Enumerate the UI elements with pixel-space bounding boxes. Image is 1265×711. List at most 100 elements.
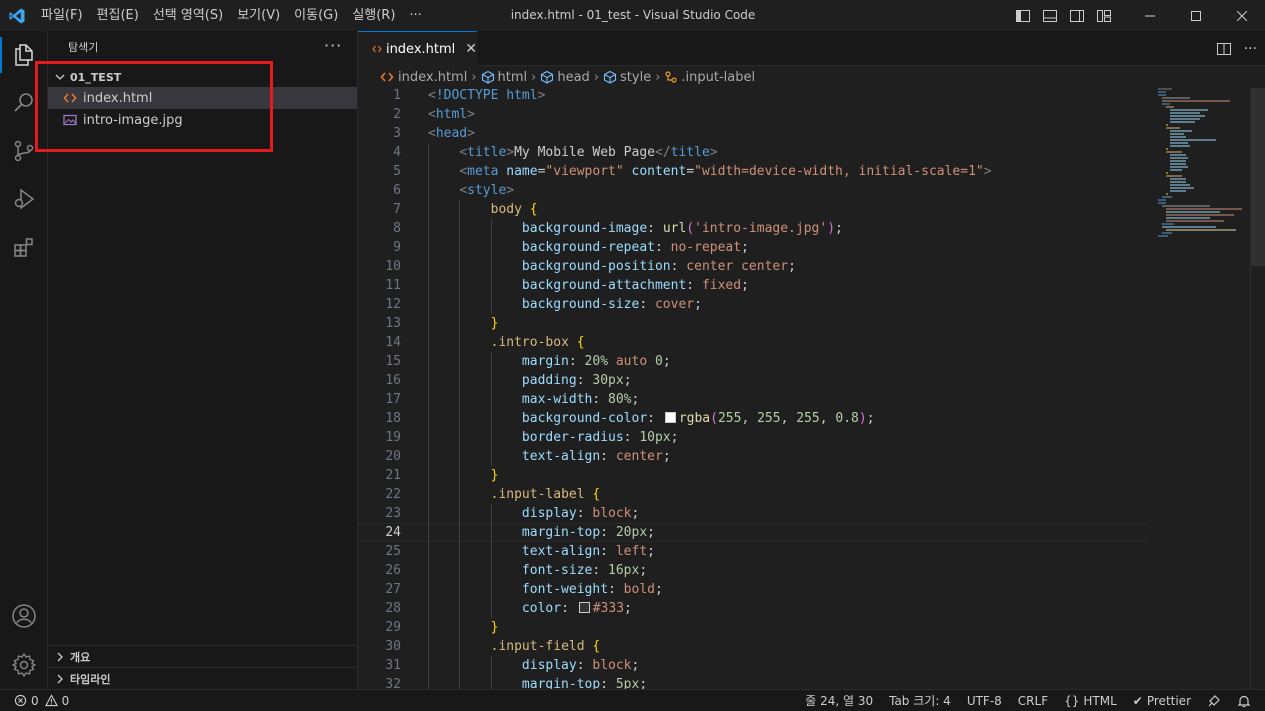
code-line[interactable]: 24 margin-top: 20px;	[358, 523, 1148, 542]
red-annotation-box	[35, 61, 273, 152]
vertical-scrollbar[interactable]	[1251, 88, 1265, 266]
code-text: font-size: 16px;	[521, 563, 648, 578]
code-line[interactable]: 20 text-align: center;	[358, 447, 1148, 466]
chevron-right-icon: ›	[471, 69, 477, 85]
language-label: HTML	[1083, 693, 1117, 708]
code-line[interactable]: 16 padding: 30px;	[358, 371, 1148, 390]
problems-indicator[interactable]: 0 0	[14, 690, 69, 711]
title-bar-controls	[1009, 0, 1265, 31]
code-line[interactable]: 19 border-radius: 10px;	[358, 428, 1148, 447]
file-encoding[interactable]: UTF-8	[967, 694, 1002, 708]
menu-edit[interactable]: 편집(E)	[90, 0, 146, 31]
code-line[interactable]: 28 color: #333;	[358, 599, 1148, 618]
chevron-right-icon	[57, 674, 63, 683]
window-title: index.html - 01_test - Visual Studio Cod…	[510, 8, 756, 22]
code-line[interactable]: 8 background-image: url('intro-image.jpg…	[358, 219, 1148, 238]
maximize-button[interactable]	[1173, 0, 1219, 31]
code-line[interactable]: 32 margin-top: 5px;	[358, 675, 1148, 689]
code-text: <!DOCTYPE html>	[428, 88, 546, 103]
sidebar-more-actions-icon[interactable]: ···	[324, 31, 342, 64]
code-line[interactable]: 6 <style>	[358, 181, 1148, 200]
prettier-status[interactable]: ✔ Prettier	[1133, 694, 1191, 708]
breadcrumb-item[interactable]: .input-label	[664, 70, 755, 85]
code-line[interactable]: 23 display: block;	[358, 504, 1148, 523]
css-rule-icon	[665, 71, 678, 83]
breadcrumb-item[interactable]: style	[603, 70, 651, 85]
code-line[interactable]: 5 <meta name="viewport" content="width=d…	[358, 162, 1148, 181]
end-of-line[interactable]: CRLF	[1018, 694, 1048, 708]
feedback-icon[interactable]	[1207, 694, 1221, 708]
toggle-primary-sidebar-icon[interactable]	[1009, 0, 1036, 31]
tab-index-html[interactable]: index.html ✕	[358, 31, 477, 66]
code-line[interactable]: 21 }	[358, 466, 1148, 485]
split-editor-icon[interactable]	[1216, 41, 1232, 57]
code-line[interactable]: 14 .intro-box {	[358, 333, 1148, 352]
editor-more-actions-icon[interactable]: ···	[1244, 41, 1257, 57]
code-line[interactable]: 26 font-size: 16px;	[358, 561, 1148, 580]
menu-go[interactable]: 이동(G)	[287, 0, 345, 31]
menu-more[interactable]: ···	[402, 0, 428, 31]
active-indicator	[0, 37, 2, 73]
code-line[interactable]: 25 text-align: left;	[358, 542, 1148, 561]
code-line[interactable]: 2 <html>	[358, 105, 1148, 124]
code-line[interactable]: 12 background-size: cover;	[358, 295, 1148, 314]
code-text: .intro-box {	[490, 335, 585, 350]
line-number: 7	[393, 202, 401, 217]
code-text: margin: 20% auto 0;	[521, 354, 671, 369]
code-line[interactable]: 3 <head>	[358, 124, 1148, 143]
code-line[interactable]: 10 background-position: center center;	[358, 257, 1148, 276]
cube-icon	[481, 70, 494, 84]
indent-guide	[490, 656, 492, 689]
tab-size[interactable]: Tab 크기: 4	[889, 692, 951, 709]
code-text: background-size: cover;	[521, 297, 702, 312]
vscode-logo-icon[interactable]	[8, 7, 26, 25]
line-number: 13	[385, 316, 401, 331]
extensions-icon[interactable]	[0, 223, 48, 271]
account-icon[interactable]	[0, 592, 48, 640]
code-line[interactable]: 1 <!DOCTYPE html>	[358, 86, 1148, 105]
code-line[interactable]: 17 max-width: 80%;	[358, 390, 1148, 409]
breadcrumb: index.html › html › head › style › .inpu…	[358, 66, 1265, 88]
toggle-secondary-sidebar-icon[interactable]	[1063, 0, 1090, 31]
line-number: 27	[385, 582, 401, 597]
menu-file[interactable]: 파일(F)	[34, 0, 90, 31]
minimap[interactable]	[1150, 86, 1250, 286]
code-line[interactable]: 11 background-attachment: fixed;	[358, 276, 1148, 295]
code-line[interactable]: 13 }	[358, 314, 1148, 333]
close-tab-icon[interactable]: ✕	[465, 41, 477, 57]
breadcrumb-item[interactable]: index.html	[380, 70, 467, 85]
code-line[interactable]: 7 body {	[358, 200, 1148, 219]
line-number: 14	[385, 335, 401, 350]
cursor-position[interactable]: 줄 24, 열 30	[805, 692, 873, 709]
toggle-panel-icon[interactable]	[1036, 0, 1063, 31]
code-line[interactable]: 9 background-repeat: no-repeat;	[358, 238, 1148, 257]
menu-selection[interactable]: 선택 영역(S)	[146, 0, 230, 31]
code-line[interactable]: 27 font-weight: bold;	[358, 580, 1148, 599]
notifications-bell-icon[interactable]	[1237, 694, 1251, 708]
close-window-button[interactable]	[1219, 0, 1265, 31]
code-line[interactable]: 29 }	[358, 618, 1148, 637]
outline-section[interactable]: 개요	[48, 645, 358, 667]
run-debug-icon[interactable]	[0, 175, 48, 223]
code-text: <title>My Mobile Web Page</title>	[459, 145, 718, 160]
code-line[interactable]: 18 background-color: rgba(255, 255, 255,…	[358, 409, 1148, 428]
menu-run[interactable]: 실행(R)	[345, 0, 402, 31]
code-text: text-align: left;	[521, 544, 655, 559]
code-line[interactable]: 31 display: block;	[358, 656, 1148, 675]
language-mode[interactable]: {} HTML	[1064, 694, 1117, 708]
code-line[interactable]: 15 margin: 20% auto 0;	[358, 352, 1148, 371]
customize-layout-icon[interactable]	[1090, 0, 1117, 31]
menu-view[interactable]: 보기(V)	[230, 0, 287, 31]
timeline-section[interactable]: 타임라인	[48, 667, 358, 689]
breadcrumb-item[interactable]: html	[481, 70, 527, 85]
line-number: 18	[385, 411, 401, 426]
code-text: background-color: rgba(255, 255, 255, 0.…	[521, 411, 875, 426]
code-line[interactable]: 4 <title>My Mobile Web Page</title>	[358, 143, 1148, 162]
breadcrumb-item[interactable]: head	[540, 70, 590, 85]
code-line[interactable]: 22 .input-label {	[358, 485, 1148, 504]
manage-gear-icon[interactable]	[0, 641, 48, 689]
minimize-button[interactable]	[1127, 0, 1173, 31]
code-text: background-attachment: fixed;	[521, 278, 749, 293]
code-line[interactable]: 30 .input-field {	[358, 637, 1148, 656]
code-editor[interactable]: 1 <!DOCTYPE html> 2 <html> 3 <head> 4 <title>M…	[358, 86, 1148, 689]
